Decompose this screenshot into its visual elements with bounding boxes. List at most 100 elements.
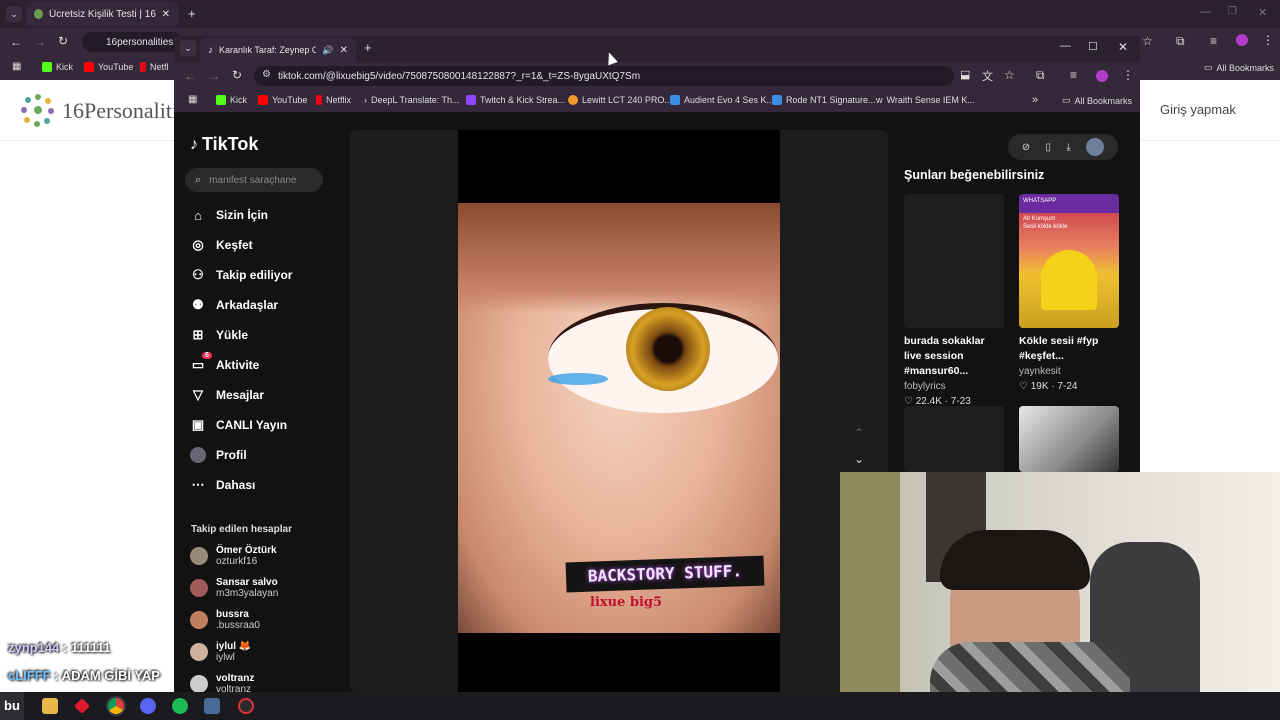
nav-takip-ediliyor[interactable]: ⚇ Takip ediliyor — [190, 260, 330, 290]
obs-icon[interactable] — [238, 698, 254, 714]
search-box[interactable]: ⌕ manifest saraçhane — [185, 168, 323, 192]
profile-avatar[interactable] — [1096, 70, 1108, 82]
bookmark-label: Netfl — [150, 62, 169, 72]
media-icon[interactable]: ≡ — [1070, 68, 1077, 82]
chrome-icon[interactable] — [106, 696, 126, 716]
bookmark-netflix[interactable]: Netfl — [140, 62, 169, 72]
tab-search-icon[interactable]: ⌄ — [6, 6, 22, 22]
extensions-icon[interactable]: ⧉ — [1036, 68, 1045, 83]
search-input[interactable]: manifest saraçhane — [209, 175, 296, 186]
extensions-icon[interactable]: ⧉ — [1176, 34, 1185, 49]
new-tab-icon[interactable]: + — [188, 6, 196, 21]
back-icon[interactable]: ← — [184, 69, 196, 83]
discord-icon[interactable] — [140, 698, 156, 714]
bookmark-label: Rode NT1 Signature... — [786, 95, 876, 105]
bookmark-star-icon[interactable]: ☆ — [1004, 68, 1015, 82]
back-tab-title: Ücretsiz Kişilik Testi | 16 Kişilik — [49, 8, 156, 20]
following-account[interactable]: bussra .bussraa0 — [190, 604, 330, 636]
nav-profil[interactable]: Profil — [190, 440, 330, 470]
close-window-icon[interactable]: ✕ — [1258, 6, 1267, 19]
video-player[interactable]: BACKSTORY STUFF. lixue big5 — [458, 130, 780, 692]
front-tab[interactable]: ♪ Karanlık Taraf: Zeynep Okta 🔊 ✕ — [200, 38, 356, 62]
all-bookmarks[interactable]: ▭ All Bookmarks — [1204, 62, 1274, 73]
bookmark-rode[interactable]: Rode NT1 Signature... — [772, 95, 876, 105]
search-icon: ⌕ — [195, 173, 202, 186]
apps-icon[interactable]: ▦ — [188, 94, 197, 105]
download-icon[interactable]: ⤓ — [1066, 142, 1070, 153]
minimize-icon[interactable]: — — [1200, 6, 1211, 18]
close-tab-icon[interactable]: ✕ — [340, 45, 348, 56]
user-avatar[interactable] — [1086, 138, 1105, 156]
back-icon[interactable]: ← — [10, 35, 22, 49]
menu-icon[interactable]: ⋮ — [1262, 33, 1274, 47]
bookmark-wraith[interactable]: w Wraith Sense IEM K... — [876, 95, 975, 105]
nav-mesajlar[interactable]: ▽ Mesajlar — [190, 380, 330, 410]
reload-icon[interactable]: ↻ — [232, 68, 242, 82]
forward-icon[interactable]: → — [208, 69, 220, 83]
nav-kesfet[interactable]: ◎ Keşfet — [190, 230, 330, 260]
following-account[interactable]: iylul 🦊 iylwl — [190, 636, 330, 668]
next-video-icon[interactable]: ⌄ — [854, 452, 864, 466]
bookmark-deepl[interactable]: › DeepL Translate: Th... — [364, 95, 460, 105]
bookmark-kick[interactable]: Kick — [216, 95, 247, 105]
red-app-icon[interactable] — [74, 698, 90, 714]
more-bookmarks-icon[interactable]: » — [1032, 94, 1038, 106]
minimize-icon[interactable]: — — [1060, 40, 1071, 52]
coins-icon[interactable]: ⊘ — [1022, 142, 1030, 153]
following-account[interactable]: Ömer Öztürk ozturkf16 — [190, 540, 330, 572]
bookmark-audient[interactable]: Audient Evo 4 Ses K... — [670, 95, 774, 105]
spotify-icon[interactable] — [172, 698, 188, 714]
previous-video-icon[interactable]: ⌃ — [854, 426, 864, 440]
nav-canli-yayin[interactable]: ▣ CANLI Yayın — [190, 410, 330, 440]
translate-icon[interactable]: 文 — [982, 68, 993, 84]
bookmark-twitch[interactable]: Twitch & Kick Strea... — [466, 95, 565, 105]
wraith-icon: w — [876, 95, 883, 105]
suggestion-thumbnail[interactable] — [904, 406, 1004, 472]
bookmark-youtube[interactable]: YouTube — [84, 62, 133, 72]
bookmark-star-icon[interactable]: ☆ — [1142, 34, 1153, 48]
device-icon[interactable]: ▯ — [1046, 142, 1052, 153]
following-account[interactable]: Sansar salvo m3m3yalayan — [190, 572, 330, 604]
tab-search-icon[interactable]: ⌄ — [180, 40, 196, 56]
bookmark-kick[interactable]: Kick — [42, 62, 73, 72]
video-container: BACKSTORY STUFF. lixue big5 ⌃ ⌄ — [350, 130, 888, 692]
suggestion-card[interactable]: burada sokaklar live session #mansur60..… — [904, 194, 1004, 407]
apps-icon[interactable]: ▦ — [12, 61, 21, 72]
tiktok-logo[interactable]: ♪ TikTok — [190, 134, 258, 155]
bookmark-youtube[interactable]: YouTube — [258, 95, 307, 105]
nav-arkadaslar[interactable]: ⚉ Arkadaşlar — [190, 290, 330, 320]
back-address-bar[interactable]: 16personalities.c — [82, 32, 182, 52]
close-tab-icon[interactable]: ✕ — [162, 9, 170, 20]
maximize-icon[interactable]: ☐ — [1088, 40, 1098, 53]
chat-message: cLIFFF : ADAM GİBİ YAP — [8, 668, 160, 683]
site-info-icon[interactable]: ⚙ — [262, 69, 271, 80]
close-window-icon[interactable]: ✕ — [1118, 40, 1128, 54]
audio-playing-icon[interactable]: 🔊 — [322, 45, 333, 56]
nav-sizin-icin[interactable]: ⌂ Sizin İçin — [190, 200, 330, 230]
login-link[interactable]: Giriş yapmak — [1160, 102, 1236, 117]
nav-yukle[interactable]: ⊞ Yükle — [190, 320, 330, 350]
nav-aktivite[interactable]: ▭ Aktivite 6 — [190, 350, 330, 380]
chat-username: cLIFFF — [8, 668, 51, 683]
settings-app-icon[interactable] — [204, 698, 220, 714]
all-bookmarks[interactable]: ▭ All Bookmarks — [1062, 95, 1132, 106]
bookmark-netflix[interactable]: Netflix — [316, 95, 351, 105]
install-app-icon[interactable]: ⬓ — [960, 68, 970, 81]
back-tab[interactable]: Ücretsiz Kişilik Testi | 16 Kişilik ✕ — [26, 2, 178, 26]
suggestion-thumbnail[interactable] — [1019, 406, 1119, 472]
maximize-icon[interactable]: ❐ — [1228, 6, 1237, 17]
file-explorer-icon[interactable] — [42, 698, 58, 714]
profile-avatar[interactable] — [1236, 34, 1248, 46]
menu-icon[interactable]: ⋮ — [1122, 68, 1134, 82]
taskbar-search[interactable]: bu — [0, 692, 24, 720]
nav-dahasi[interactable]: ⋯ Dahası — [190, 470, 330, 500]
media-icon[interactable]: ≡ — [1210, 34, 1217, 48]
forward-icon[interactable]: → — [34, 35, 46, 49]
new-tab-icon[interactable]: + — [364, 40, 372, 55]
avatar — [190, 579, 208, 597]
folder-icon: ▭ — [1204, 62, 1213, 72]
bookmark-lewitt[interactable]: Lewitt LCT 240 PRO... — [568, 95, 672, 105]
reload-icon[interactable]: ↻ — [58, 34, 68, 48]
front-address-bar[interactable]: ⚙ tiktok.com/@lixuebig5/video/7508750800… — [254, 66, 954, 86]
suggestion-card[interactable]: WHATSAPP Alt Komşum Sesli kökle kökle Kö… — [1019, 194, 1119, 392]
